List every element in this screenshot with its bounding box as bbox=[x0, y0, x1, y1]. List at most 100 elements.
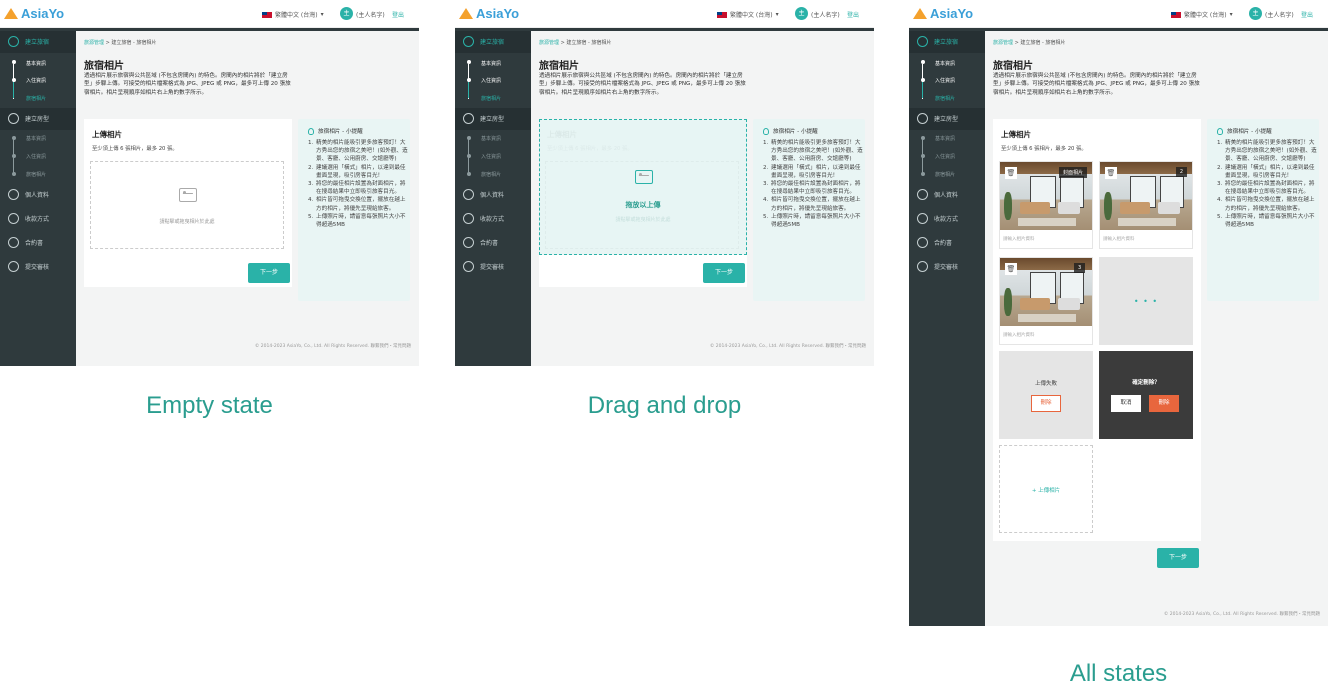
sidebar-item-create-property[interactable]: 建立旅宿 bbox=[463, 36, 504, 47]
tips-list: 1. 精美的相片能吸引更多旅客預訂！大方秀出您的旅宿之美吧！(如外觀、造景、客廳、… bbox=[763, 139, 865, 229]
tip-item: 2. 建議選用「橫式」相片，以達到最佳畫面呈現，吸引房客目光！ bbox=[308, 164, 410, 180]
chevron-down-icon: ▾ bbox=[1229, 11, 1233, 18]
sidebar: 建立旅宿 基本資訊 入住資訊 旅宿相片 建立房型 基本資訊 入住資訊 旅宿相片 … bbox=[0, 31, 76, 366]
avatar[interactable]: 主 bbox=[1249, 7, 1262, 20]
tips-list: 1. 精美的相片能吸引更多旅客預訂！大方秀出您的旅宿之美吧！(如外觀、造景、客廳、… bbox=[308, 139, 410, 229]
sidebar-item-contract[interactable]: 合約書 bbox=[463, 237, 498, 248]
lightbulb-icon bbox=[763, 127, 769, 135]
step-circle-icon bbox=[8, 237, 19, 248]
substep-checkin-info[interactable]: 入住資訊 bbox=[481, 153, 501, 160]
language-selector[interactable]: 繁體中文 (台灣) ▾ bbox=[1171, 10, 1233, 19]
substep-basic-info[interactable]: 基本資訊 bbox=[26, 60, 46, 67]
photo-tile-3[interactable]: 🗑 3 請輸入相片資料 bbox=[999, 257, 1093, 345]
sidebar-item-personal-info[interactable]: 個人資料 bbox=[917, 189, 958, 200]
top-bar: AsiaYo 繁體中文 (台灣) ▾ 主 (主人名字) 登出 bbox=[909, 0, 1328, 28]
avatar[interactable]: 主 bbox=[340, 7, 353, 20]
sidebar-item-submit[interactable]: 提交審核 bbox=[917, 261, 958, 272]
breadcrumb-link[interactable]: 旅源管理 bbox=[539, 40, 559, 46]
photo-tile-cover[interactable]: 🗑 封面相片 請輸入相片資料 bbox=[999, 161, 1093, 249]
tip-item: 5. 上傳照片時，請留意每張照片大小不得超過5MB bbox=[763, 213, 865, 229]
step-circle-icon bbox=[8, 189, 19, 200]
photo-dropzone[interactable]: 請點擊或拖曳相片於此處 bbox=[90, 161, 284, 249]
sidebar-item-contract[interactable]: 合約書 bbox=[917, 237, 952, 248]
substep-property-photos[interactable]: 旅宿相片 bbox=[481, 95, 501, 102]
add-photo-tile[interactable]: + 上傳相片 bbox=[999, 445, 1093, 533]
sidebar-item-submit[interactable]: 提交審核 bbox=[463, 261, 504, 272]
avatar[interactable]: 主 bbox=[795, 7, 808, 20]
sidebar-item-create-property[interactable]: 建立旅宿 bbox=[917, 36, 958, 47]
drop-to-upload-label: 拖放以上傳 bbox=[625, 201, 661, 209]
photo-caption-input[interactable]: 請輸入相片資料 bbox=[1103, 236, 1135, 242]
breadcrumb-current: 建立旅宿 - 旅宿相片 bbox=[566, 40, 612, 46]
next-button[interactable]: 下一步 bbox=[248, 263, 290, 283]
top-bar: AsiaYo 繁體中文 (台灣) ▾ 主 (主人名字) 登出 bbox=[0, 0, 419, 28]
sidebar-item-create-room[interactable]: 建立房型 bbox=[463, 113, 504, 124]
sidebar-item-create-property[interactable]: 建立旅宿 bbox=[8, 36, 49, 47]
logo-icon bbox=[4, 8, 18, 19]
photo-tile-2[interactable]: 🗑 2 請輸入相片資料 bbox=[1099, 161, 1193, 249]
sidebar-item-contract[interactable]: 合約書 bbox=[8, 237, 43, 248]
tip-item: 2. 建議選用「橫式」相片，以達到最佳畫面呈現，吸引房客目光！ bbox=[1217, 164, 1319, 180]
substep-basic-info[interactable]: 基本資訊 bbox=[26, 135, 46, 142]
substep-basic-info[interactable]: 基本資訊 bbox=[481, 60, 501, 67]
confirm-delete-button[interactable]: 刪除 bbox=[1149, 395, 1179, 412]
substep-dot-icon bbox=[467, 60, 471, 64]
sidebar-item-create-room[interactable]: 建立房型 bbox=[8, 113, 49, 124]
trash-icon[interactable]: 🗑 bbox=[1005, 167, 1017, 179]
substep-property-photos[interactable]: 旅宿相片 bbox=[26, 95, 46, 102]
substep-checkin-info[interactable]: 入住資訊 bbox=[481, 77, 501, 84]
substep-room-photos[interactable]: 旅宿相片 bbox=[935, 171, 955, 178]
sidebar-item-submit[interactable]: 提交審核 bbox=[8, 261, 49, 272]
substep-checkin-info[interactable]: 入住資訊 bbox=[26, 153, 46, 160]
substep-checkin-info[interactable]: 入住資訊 bbox=[935, 77, 955, 84]
breadcrumb-separator: > bbox=[1014, 40, 1019, 46]
trash-icon[interactable]: 🗑 bbox=[1105, 167, 1117, 179]
next-button[interactable]: 下一步 bbox=[1157, 548, 1199, 568]
substep-basic-info[interactable]: 基本資訊 bbox=[481, 135, 501, 142]
substep-checkin-info[interactable]: 入住資訊 bbox=[26, 77, 46, 84]
step-circle-icon bbox=[917, 113, 928, 124]
sidebar-item-payment[interactable]: 收款方式 bbox=[8, 213, 49, 224]
logout-link[interactable]: 登出 bbox=[392, 10, 404, 19]
substep-checkin-info[interactable]: 入住資訊 bbox=[935, 153, 955, 160]
substep-basic-info[interactable]: 基本資訊 bbox=[935, 60, 955, 67]
cancel-button[interactable]: 取消 bbox=[1111, 395, 1141, 412]
tip-item: 1. 精美的相片能吸引更多旅客預訂！大方秀出您的旅宿之美吧！(如外觀、造景、客廳、… bbox=[308, 139, 410, 164]
sidebar-item-label: 收款方式 bbox=[934, 216, 959, 223]
sidebar-item-personal-info[interactable]: 個人資料 bbox=[463, 189, 504, 200]
sidebar-item-label: 個人資料 bbox=[480, 192, 505, 199]
breadcrumb-link[interactable]: 旅源管理 bbox=[84, 40, 104, 46]
logout-link[interactable]: 登出 bbox=[1301, 10, 1313, 19]
sidebar-item-personal-info[interactable]: 個人資料 bbox=[8, 189, 49, 200]
photo-caption-input[interactable]: 請輸入相片資料 bbox=[1003, 332, 1035, 338]
sidebar-item-payment[interactable]: 收款方式 bbox=[917, 213, 958, 224]
asiayo-logo[interactable]: AsiaYo bbox=[4, 6, 64, 21]
tip-item: 5. 上傳照片時，請留意每張照片大小不得超過5MB bbox=[1217, 213, 1319, 229]
substep-room-photos[interactable]: 旅宿相片 bbox=[26, 171, 46, 178]
tip-text: 相片皆可拖曳交換位置，擺放在越上方的相片，將優先呈現給旅客。 bbox=[316, 197, 406, 212]
asiayo-logo[interactable]: AsiaYo bbox=[459, 6, 519, 21]
language-selector[interactable]: 繁體中文 (台灣) ▾ bbox=[717, 10, 779, 19]
tips-title: 旅宿相片 - 小提醒 bbox=[763, 127, 818, 135]
upload-card-title: 上傳相片 bbox=[1001, 130, 1031, 139]
drag-overlay[interactable]: 拖放以上傳 請點擊或拖曳相片於此處 bbox=[539, 119, 747, 255]
sidebar: 建立旅宿 基本資訊 入住資訊 旅宿相片 建立房型 基本資訊 入住資訊 旅宿相片 … bbox=[909, 31, 985, 626]
upload-card-title: 上傳相片 bbox=[92, 130, 122, 139]
substep-property-photos[interactable]: 旅宿相片 bbox=[935, 95, 955, 102]
sidebar-item-create-room[interactable]: 建立房型 bbox=[917, 113, 958, 124]
photo-caption-input[interactable]: 請輸入相片資料 bbox=[1003, 236, 1035, 242]
language-selector[interactable]: 繁體中文 (台灣) ▾ bbox=[262, 10, 324, 19]
substep-basic-info[interactable]: 基本資訊 bbox=[935, 135, 955, 142]
main-content: 旅源管理 > 建立旅宿 - 旅宿相片 旅宿相片 透過相片展示旅宿與公共區域 (不… bbox=[76, 31, 419, 366]
asiayo-logo[interactable]: AsiaYo bbox=[913, 6, 973, 21]
next-button[interactable]: 下一步 bbox=[703, 263, 745, 283]
page-description: 透過相片展示旅宿與公共區域 (不包含房間內) 的特色。房間內的相片將於「建立房型… bbox=[539, 73, 746, 96]
sidebar-item-payment[interactable]: 收款方式 bbox=[463, 213, 504, 224]
trash-icon[interactable]: 🗑 bbox=[1005, 263, 1017, 275]
breadcrumb-link[interactable]: 旅源管理 bbox=[993, 40, 1013, 46]
substep-dot-icon bbox=[12, 60, 16, 64]
substep-room-photos[interactable]: 旅宿相片 bbox=[481, 171, 501, 178]
delete-button[interactable]: 刪除 bbox=[1031, 395, 1061, 412]
logout-link[interactable]: 登出 bbox=[847, 10, 859, 19]
substep-dot-icon bbox=[921, 172, 925, 176]
